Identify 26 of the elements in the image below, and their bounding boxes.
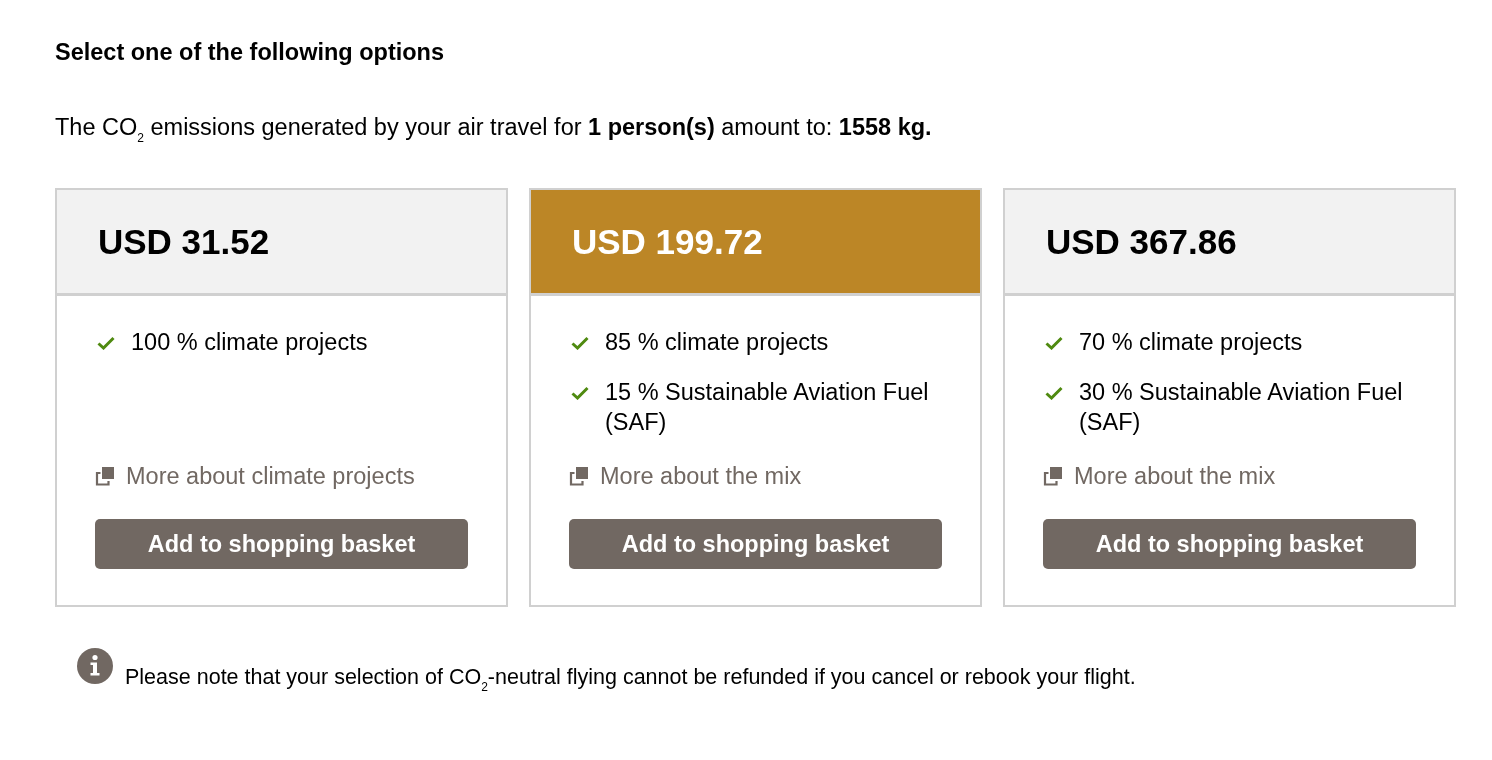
feature-text: 30 % Sustainable Aviation Fuel (SAF) <box>1079 378 1404 437</box>
add-to-basket-button[interactable]: Add to shopping basket <box>95 519 468 569</box>
price-text: USD 367.86 <box>1046 220 1237 263</box>
feature-text: 70 % climate projects <box>1079 328 1303 357</box>
check-icon <box>97 336 115 350</box>
add-to-basket-button[interactable]: Add to shopping basket <box>569 519 942 569</box>
overlapping-squares-icon <box>1043 466 1063 486</box>
check-icon <box>1045 336 1063 350</box>
overlapping-squares-icon <box>95 466 115 486</box>
overlapping-squares-icon <box>569 466 589 486</box>
more-info-link[interactable]: More about the mix <box>1043 461 1276 491</box>
more-info-link[interactable]: More about the mix <box>569 461 802 491</box>
feature-text: 100 % climate projects <box>131 328 368 357</box>
refund-note: Please note that your selection of CO$_{2}$-neutral flying cannot be refunded if you cancel or rebook your flight. <box>125 664 1136 690</box>
emissions-summary: The CO$_{2}$ emissions generated by your air travel for 1 person(s) amount to: 1558 kg. <box>55 113 933 141</box>
check-icon <box>571 336 589 350</box>
price-text: USD 31.52 <box>98 220 270 263</box>
feature-text: 85 % climate projects <box>605 328 829 357</box>
check-icon <box>571 386 589 400</box>
add-to-basket-button[interactable]: Add to shopping basket <box>1043 519 1416 569</box>
price-text: USD 199.72 <box>572 220 763 263</box>
page-heading: Select one of the following options <box>55 38 446 66</box>
feature-text: 15 % Sustainable Aviation Fuel (SAF) <box>605 378 930 437</box>
more-info-link[interactable]: More about climate projects <box>95 461 415 491</box>
info-icon <box>77 648 113 684</box>
check-icon <box>1045 386 1063 400</box>
